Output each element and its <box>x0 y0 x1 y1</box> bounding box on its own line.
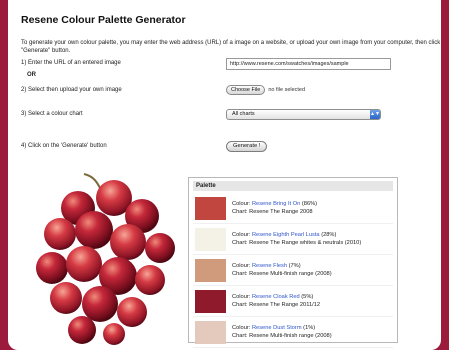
select-arrows-icon: ▲▼ <box>370 110 380 119</box>
colour-percent: (28%) <box>321 232 337 238</box>
chart-prefix: Chart: <box>232 209 248 215</box>
colour-prefix: Colour: <box>232 294 251 300</box>
chart-prefix: Chart: <box>232 271 248 277</box>
colour-percent: (1%) <box>303 325 316 331</box>
chart-name: Resene The Range 2008 <box>249 209 313 215</box>
chart-prefix: Chart: <box>232 333 248 339</box>
colour-swatch <box>195 259 226 282</box>
palette-row: Colour: Resene Bring It On (86%) Chart: … <box>193 193 393 224</box>
chart-name: Resene The Range whites & neutrals (2010… <box>249 240 362 246</box>
colour-percent: (7%) <box>288 263 301 269</box>
chart-name: Resene The Range 2011/12 <box>249 302 321 308</box>
choose-file-button[interactable]: Choose File <box>226 85 266 95</box>
page-title: Resene Colour Palette Generator <box>21 14 186 26</box>
palette-row: Colour: Resene Eighth Pearl Lusta (28%) … <box>193 224 393 255</box>
chart-prefix: Chart: <box>232 302 248 308</box>
colour-percent: (5%) <box>301 294 314 300</box>
colour-name-link[interactable]: Resene Eighth Pearl Lusta <box>252 232 320 238</box>
file-status: no file selected <box>268 87 306 93</box>
swatch-details: Colour: Resene Bring It On (86%) Chart: … <box>232 200 317 216</box>
colour-chart-select[interactable]: All charts ▲▼ <box>226 109 381 120</box>
colour-prefix: Colour: <box>232 232 251 238</box>
colour-name-link[interactable]: Resene Flesh <box>252 263 287 269</box>
colour-swatch <box>195 290 226 313</box>
chart-name: Resene Multi-finish range (2008) <box>249 271 332 277</box>
colour-name-link[interactable]: Resene Bring It On <box>252 201 300 207</box>
swatch-details: Colour: Resene Eighth Pearl Lusta (28%) … <box>232 231 361 247</box>
swatch-details: Colour: Resene Cloak Red (5%) Chart: Res… <box>232 293 320 309</box>
palette-header: Palette <box>193 181 393 191</box>
colour-name-link[interactable]: Resene Cloak Red <box>252 294 300 300</box>
file-upload-row: Choose File no file selected <box>226 85 305 95</box>
colour-percent: (86%) <box>301 201 318 207</box>
colour-name-link[interactable]: Resene Dust Storm <box>252 325 302 331</box>
step3-label: 3) Select a colour chart <box>21 111 83 117</box>
intro-text: To generate your own colour palette, you… <box>21 40 441 54</box>
colour-swatch <box>195 321 226 344</box>
colour-prefix: Colour: <box>232 263 251 269</box>
swatch-details: Colour: Resene Dust Storm (1%) Chart: Re… <box>232 324 332 340</box>
colour-prefix: Colour: <box>232 325 251 331</box>
palette-panel: Palette Colour: Resene Bring It On (86%)… <box>188 177 398 348</box>
colour-swatch <box>195 197 226 220</box>
colour-chart-selected: All charts <box>232 111 255 117</box>
palette-row: Colour: Resene Flesh (7%) Chart: Resene … <box>193 255 393 286</box>
grapes-image <box>36 173 175 345</box>
step1-label: 1) Enter the URL of an entered image <box>21 60 121 66</box>
colour-prefix: Colour: <box>232 201 251 207</box>
image-url-input[interactable] <box>226 58 391 70</box>
palette-row: Colour: Resene Dust Storm (1%) Chart: Re… <box>193 317 393 348</box>
page-panel: Resene Colour Palette Generator To gener… <box>8 0 441 350</box>
step2-label: 2) Select then upload your own image <box>21 87 122 93</box>
step4-label: 4) Click on the 'Generate' button <box>21 143 107 149</box>
chart-name: Resene Multi-finish range (2008) <box>249 333 332 339</box>
chart-prefix: Chart: <box>232 240 248 246</box>
generate-button[interactable]: Generate ! <box>226 141 268 152</box>
palette-row: Colour: Resene Cloak Red (5%) Chart: Res… <box>193 286 393 317</box>
swatch-details: Colour: Resene Flesh (7%) Chart: Resene … <box>232 262 332 278</box>
or-label: OR <box>27 72 36 78</box>
colour-swatch <box>195 228 226 251</box>
